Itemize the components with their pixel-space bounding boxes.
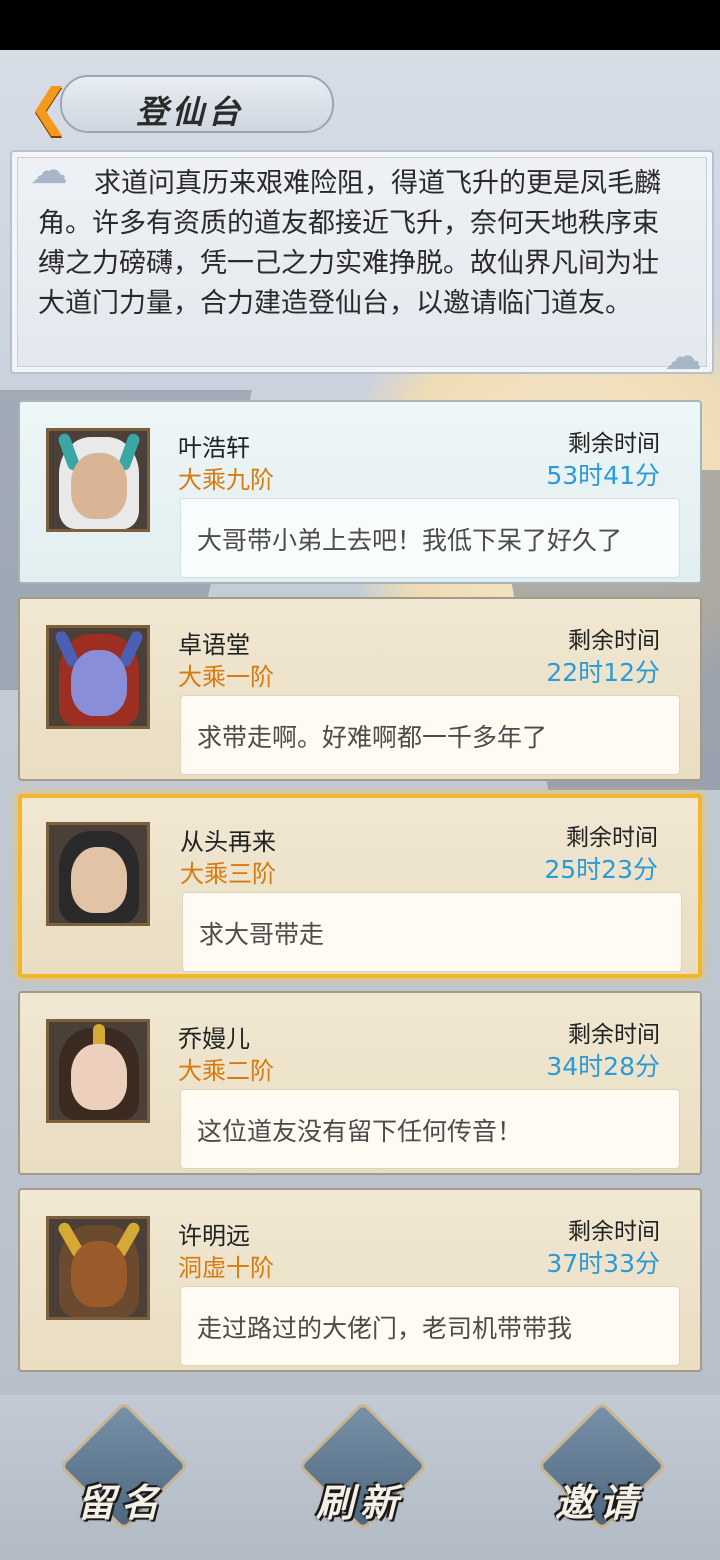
player-name: 许明远 <box>178 1222 250 1250</box>
description-panel: ☁ ☁ 求道问真历来艰难险阻，得道飞升的更是凤毛麟角。许多有资质的道友都接近飞升… <box>10 148 714 378</box>
cloud-ornament-icon: ☁ <box>30 148 68 192</box>
time-remaining: 22时12分 <box>546 658 660 687</box>
time-label: 剩余时间 <box>568 1022 660 1048</box>
player-rank: 洞虚十阶 <box>178 1254 274 1282</box>
player-rank: 大乘一阶 <box>178 663 274 691</box>
avatar[interactable] <box>46 1019 150 1123</box>
leave-name-button[interactable]: 留名 <box>46 1400 196 1540</box>
candidate-card[interactable]: 许明远 洞虚十阶 剩余时间 37时33分 走过路过的大佬门，老司机带带我 <box>18 1188 702 1372</box>
page-title: 登仙台 <box>136 93 245 131</box>
candidate-card[interactable]: 叶浩轩 大乘九阶 剩余时间 53时41分 大哥带小弟上去吧！我低下呆了好久了 <box>18 400 702 584</box>
candidate-card-selected[interactable]: 从头再来 大乘三阶 剩余时间 25时23分 求大哥带走 <box>18 794 702 978</box>
message-bubble: 走过路过的大佬门，老司机带带我 <box>180 1286 680 1366</box>
header: ❮ 登仙台 <box>0 55 380 145</box>
time-remaining: 25时23分 <box>544 855 658 884</box>
invite-button[interactable]: 邀请 <box>524 1400 674 1540</box>
message-bubble: 求大哥带走 <box>182 892 682 972</box>
time-label: 剩余时间 <box>568 431 660 457</box>
avatar[interactable] <box>46 625 150 729</box>
player-rank: 大乘二阶 <box>178 1057 274 1085</box>
time-label: 剩余时间 <box>568 1219 660 1245</box>
message-bubble: 求带走啊。好难啊都一千多年了 <box>180 695 680 775</box>
bottom-action-bar: 留名 刷新 邀请 <box>0 1395 720 1560</box>
chevron-left-icon: ❮ <box>28 78 70 136</box>
description-text: 求道问真历来艰难险阻，得道飞升的更是凤毛麟角。许多有资质的道友都接近飞升，奈何天… <box>38 168 661 319</box>
status-bar <box>0 0 720 50</box>
player-rank: 大乘九阶 <box>178 466 274 494</box>
message-bubble: 大哥带小弟上去吧！我低下呆了好久了 <box>180 498 680 578</box>
avatar[interactable] <box>46 428 150 532</box>
message-bubble: 这位道友没有留下任何传音！ <box>180 1089 680 1169</box>
back-button[interactable]: ❮ <box>14 77 84 137</box>
time-remaining: 37时33分 <box>546 1249 660 1278</box>
candidate-card[interactable]: 卓语堂 大乘一阶 剩余时间 22时12分 求带走啊。好难啊都一千多年了 <box>18 597 702 781</box>
candidate-card[interactable]: 乔嫚儿 大乘二阶 剩余时间 34时28分 这位道友没有留下任何传音！ <box>18 991 702 1175</box>
time-label: 剩余时间 <box>566 825 658 851</box>
avatar[interactable] <box>46 1216 150 1320</box>
time-label: 剩余时间 <box>568 628 660 654</box>
player-name: 从头再来 <box>180 828 276 856</box>
avatar[interactable] <box>46 822 150 926</box>
player-name: 叶浩轩 <box>178 434 250 462</box>
time-remaining: 34时28分 <box>546 1052 660 1081</box>
player-rank: 大乘三阶 <box>180 860 276 888</box>
time-remaining: 53时41分 <box>546 461 660 490</box>
cloud-ornament-icon: ☁ <box>664 334 702 378</box>
refresh-button[interactable]: 刷新 <box>285 1400 435 1540</box>
player-name: 乔嫚儿 <box>178 1025 250 1053</box>
player-name: 卓语堂 <box>178 631 250 659</box>
